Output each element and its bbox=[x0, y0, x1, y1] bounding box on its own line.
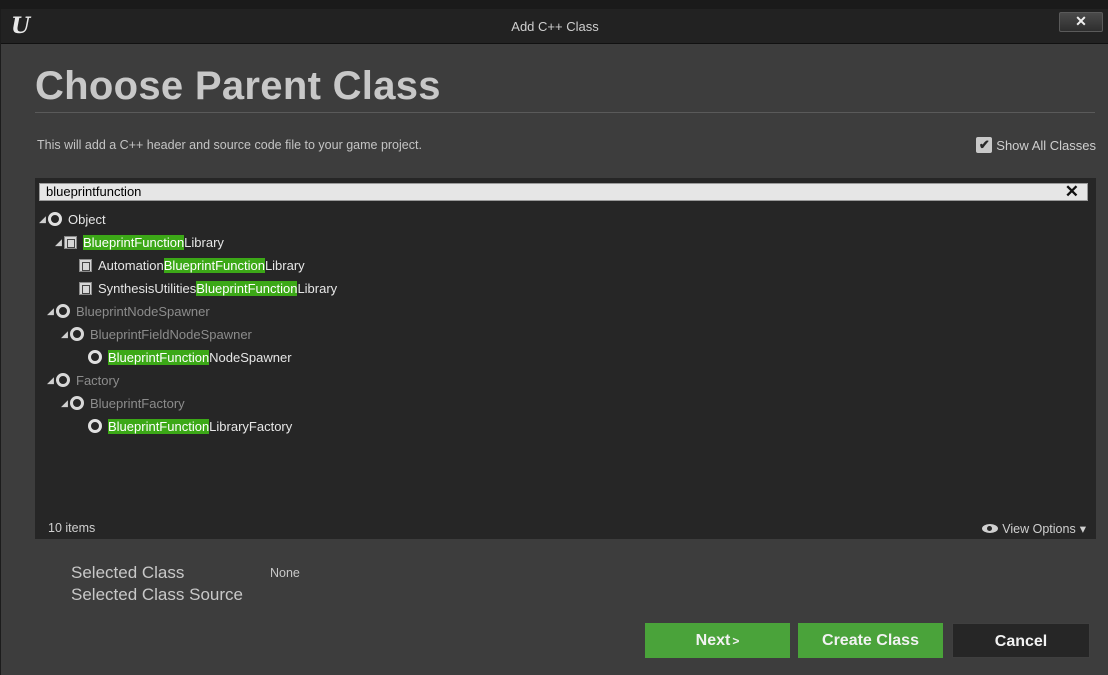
search-input[interactable] bbox=[46, 184, 946, 200]
selected-class-value: None bbox=[270, 566, 300, 580]
class-circle-icon bbox=[48, 212, 62, 226]
clear-search-icon[interactable]: ✕ bbox=[1065, 182, 1079, 202]
class-circle-icon bbox=[88, 419, 102, 433]
tree-row-synthesisutilitiesblueprintfunctionlibrary[interactable]: SynthesisUtilitiesBlueprintFunctionLibra… bbox=[70, 277, 337, 299]
selected-class-source-label: Selected Class Source bbox=[71, 585, 243, 604]
chevron-right-icon: > bbox=[732, 634, 740, 648]
show-all-classes-label: Show All Classes bbox=[996, 137, 1096, 153]
class-circle-icon bbox=[70, 327, 84, 341]
tree-row-blueprintnodespawner[interactable]: ◢ BlueprintNodeSpawner bbox=[47, 300, 210, 322]
class-circle-icon bbox=[56, 304, 70, 318]
blueprint-icon bbox=[79, 281, 92, 295]
label-text: BlueprintFactory bbox=[90, 395, 185, 411]
eye-icon bbox=[982, 524, 999, 533]
class-label: BlueprintFunctionNodeSpawner bbox=[108, 349, 292, 365]
cancel-button[interactable]: Cancel bbox=[952, 623, 1090, 658]
page-description: This will add a C++ header and source co… bbox=[37, 138, 422, 152]
class-circle-icon bbox=[56, 373, 70, 387]
tree-row-blueprintfunctionlibraryfactory[interactable]: BlueprintFunctionLibraryFactory bbox=[79, 415, 292, 437]
selected-class-label: Selected Class bbox=[71, 563, 185, 582]
tree-row-object[interactable]: ◢ Object bbox=[39, 208, 106, 230]
class-label: SynthesisUtilitiesBlueprintFunctionLibra… bbox=[98, 280, 338, 296]
tree-row-blueprintfactory[interactable]: ◢ BlueprintFactory bbox=[61, 392, 185, 414]
expand-arrow-icon[interactable]: ◢ bbox=[55, 237, 63, 248]
label-text: Library bbox=[297, 280, 338, 296]
blueprint-icon bbox=[64, 235, 77, 249]
class-label: AutomationBlueprintFunctionLibrary bbox=[98, 257, 305, 273]
class-label: BlueprintFactory bbox=[90, 396, 185, 411]
label-text: Library bbox=[184, 234, 224, 250]
view-options-label: View Options bbox=[1002, 521, 1076, 536]
class-circle-icon bbox=[70, 396, 84, 410]
label-text: Automation bbox=[98, 257, 164, 273]
tree-row-automationblueprintfunctionlibrary[interactable]: AutomationBlueprintFunctionLibrary bbox=[70, 254, 305, 276]
search-match-highlight: BlueprintFunction bbox=[108, 349, 210, 365]
label-text: BlueprintNodeSpawner bbox=[76, 303, 210, 319]
label-text: SynthesisUtilities bbox=[98, 280, 197, 296]
window-title: Add C++ Class bbox=[511, 19, 599, 34]
items-count: 10 items bbox=[48, 521, 96, 535]
class-label: Object bbox=[68, 212, 106, 227]
tree-row-factory[interactable]: ◢ Factory bbox=[47, 369, 119, 391]
label-text: Library bbox=[264, 257, 305, 273]
search-match-highlight: BlueprintFunction bbox=[108, 418, 210, 434]
class-label: Factory bbox=[76, 373, 119, 388]
search-match-highlight: BlueprintFunction bbox=[83, 234, 185, 250]
tree-row-blueprintfunctionlibrary[interactable]: ◢ BlueprintFunctionLibrary bbox=[55, 231, 224, 253]
expand-arrow-icon[interactable]: ◢ bbox=[39, 214, 47, 225]
title-bar[interactable]: U Add C++ Class ✕ bbox=[1, 9, 1108, 44]
label-text: Object bbox=[68, 211, 106, 227]
tree-row-blueprintfunctionnodespawner[interactable]: BlueprintFunctionNodeSpawner bbox=[79, 346, 292, 368]
next-button-label: Next bbox=[695, 632, 731, 649]
chevron-down-icon: ▾ bbox=[1079, 522, 1086, 536]
expand-arrow-icon[interactable]: ◢ bbox=[47, 375, 55, 386]
class-label: BlueprintFunctionLibraryFactory bbox=[108, 418, 293, 434]
expand-arrow-icon[interactable]: ◢ bbox=[47, 306, 55, 317]
search-match-highlight: BlueprintFunction bbox=[196, 280, 298, 296]
expand-arrow-icon[interactable]: ◢ bbox=[61, 398, 69, 409]
class-label: BlueprintNodeSpawner bbox=[76, 304, 210, 319]
search-match-highlight: BlueprintFunction bbox=[163, 257, 265, 273]
create-class-button[interactable]: Create Class bbox=[798, 623, 943, 658]
page-title: Choose Parent Class bbox=[35, 64, 441, 108]
class-label: BlueprintFieldNodeSpawner bbox=[90, 327, 252, 342]
title-divider bbox=[35, 112, 1095, 113]
tree-row-blueprintfieldnodespawner[interactable]: ◢ BlueprintFieldNodeSpawner bbox=[61, 323, 252, 345]
next-button[interactable]: Next > bbox=[645, 623, 790, 658]
blueprint-icon bbox=[79, 258, 92, 272]
class-picker-panel: ✕ ◢ Object ◢ BlueprintFunctionLibrary Au… bbox=[35, 178, 1096, 539]
label-text: LibraryFactory bbox=[209, 418, 293, 434]
show-all-classes-toggle[interactable]: ✔ Show All Classes bbox=[976, 137, 1096, 153]
label-text: BlueprintFieldNodeSpawner bbox=[90, 326, 252, 342]
view-options-button[interactable]: View Options ▾ bbox=[982, 521, 1086, 536]
class-label: BlueprintFunctionLibrary bbox=[83, 234, 224, 250]
label-text: NodeSpawner bbox=[209, 349, 292, 365]
expand-arrow-icon[interactable]: ◢ bbox=[61, 329, 69, 340]
close-button[interactable]: ✕ bbox=[1059, 12, 1103, 32]
class-circle-icon bbox=[88, 350, 102, 364]
search-box[interactable]: ✕ bbox=[39, 182, 1088, 202]
checkbox-checked-icon[interactable]: ✔ bbox=[976, 137, 993, 153]
label-text: Factory bbox=[76, 372, 120, 388]
